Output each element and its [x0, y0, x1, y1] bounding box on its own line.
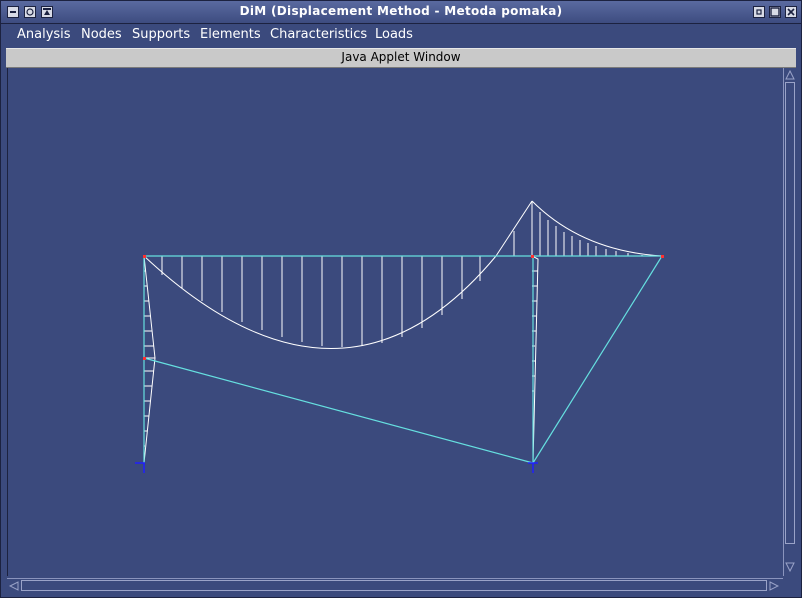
- node: [143, 357, 146, 360]
- vertical-scroll-thumb[interactable]: [785, 82, 795, 544]
- application-window: DiM (Displacement Method - Metoda pomaka…: [0, 0, 802, 598]
- scroll-down-icon[interactable]: [785, 562, 795, 572]
- menu-supports[interactable]: Supports: [132, 27, 190, 42]
- title-bar[interactable]: DiM (Displacement Method - Metoda pomaka…: [1, 1, 801, 24]
- node: [143, 255, 146, 258]
- inclined-brace-element: [532, 255, 663, 464]
- nodes: [143, 255, 664, 360]
- horizontal-scroll-thumb[interactable]: [21, 580, 767, 591]
- scroll-left-icon[interactable]: [9, 581, 19, 591]
- node: [531, 255, 534, 258]
- applet-warning-bar: Java Applet Window: [6, 48, 796, 68]
- menu-loads[interactable]: Loads: [375, 27, 413, 42]
- menu-characteristics[interactable]: Characteristics: [270, 27, 367, 42]
- applet-window-label: Java Applet Window: [341, 50, 461, 64]
- scrollbar-corner: [783, 578, 796, 593]
- beam-moment-diagram: [143, 200, 663, 349]
- supports: [135, 462, 538, 473]
- menu-elements[interactable]: Elements: [200, 27, 261, 42]
- scroll-up-icon[interactable]: [785, 70, 795, 80]
- diagonal-brace-element: [143, 357, 534, 464]
- close-icon[interactable]: [785, 6, 797, 18]
- menu-bar: Analysis Nodes Supports Elements Charact…: [6, 24, 796, 48]
- minimize-icon[interactable]: [753, 6, 765, 18]
- maximize-icon[interactable]: [769, 6, 781, 18]
- scroll-right-icon[interactable]: [769, 581, 779, 591]
- vertical-scrollbar[interactable]: [783, 68, 796, 576]
- window-title: DiM (Displacement Method - Metoda pomaka…: [239, 4, 563, 18]
- menu-nodes[interactable]: Nodes: [81, 27, 122, 42]
- structure-drawing: [135, 200, 664, 473]
- horizontal-scrollbar[interactable]: [7, 578, 783, 593]
- menu-analysis[interactable]: Analysis: [17, 27, 71, 42]
- node: [661, 255, 664, 258]
- drawing-canvas[interactable]: [7, 68, 784, 576]
